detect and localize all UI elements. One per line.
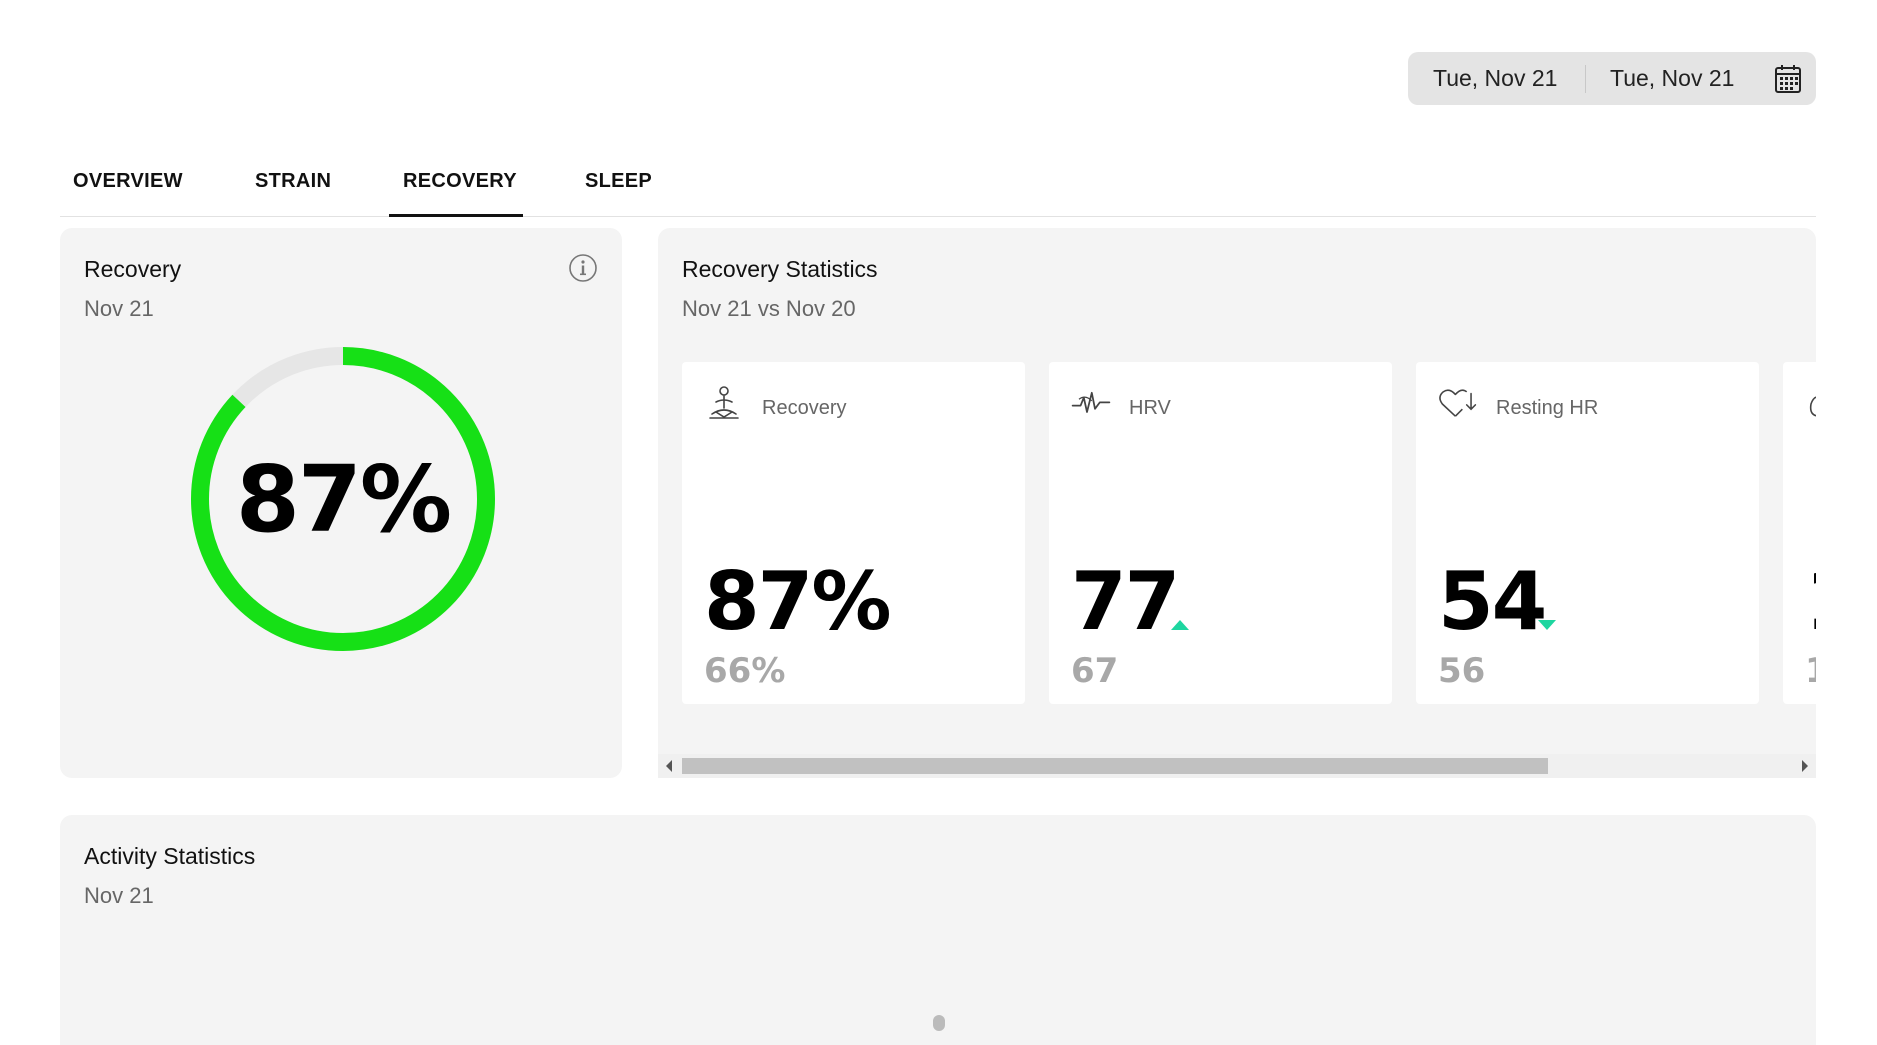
scroll-left-arrow-icon[interactable]	[666, 760, 672, 772]
horizontal-scrollbar[interactable]	[658, 754, 1816, 778]
stat-card-label: HRV	[1129, 397, 1171, 419]
stat-card-resting-hr: Resting HR 54 56	[1416, 362, 1759, 704]
recovery-panel-title: Recovery	[84, 256, 182, 282]
lungs-icon	[1809, 396, 1816, 417]
meditation-icon	[709, 386, 739, 419]
stat-card-value: 1	[1805, 562, 1816, 642]
stat-cards-track: Recovery 87% 66% HRV 77 67 Resting HR 54	[682, 362, 1816, 710]
stat-card-previous: 56	[1438, 651, 1486, 691]
tabs-divider	[60, 216, 1816, 217]
scroll-right-arrow-icon[interactable]	[1802, 760, 1808, 772]
tab-strain[interactable]: STRAIN	[255, 170, 331, 193]
stat-card-partial: 1 1	[1783, 362, 1816, 704]
stat-card-value: 77	[1071, 555, 1180, 648]
loading-indicator	[933, 1015, 945, 1031]
calendar-icon[interactable]	[1774, 64, 1802, 94]
scrollbar-thumb[interactable]	[682, 758, 1548, 774]
activity-statistics-title: Activity Statistics	[84, 843, 256, 869]
date-separator	[1585, 65, 1586, 93]
start-date[interactable]: Tue, Nov 21	[1433, 65, 1557, 92]
stat-card-previous: 67	[1071, 651, 1119, 691]
end-date[interactable]: Tue, Nov 21	[1610, 65, 1734, 92]
recovery-panel-date: Nov 21	[84, 296, 154, 321]
trend-up-icon	[1171, 620, 1189, 630]
hrv-icon	[1071, 391, 1111, 413]
recovery-percentage: 87%	[235, 446, 452, 553]
stat-card-value: 87%	[704, 555, 891, 648]
recovery-panel: Recovery Nov 21 87%	[60, 228, 622, 778]
stat-card-recovery: Recovery 87% 66%	[682, 362, 1025, 704]
stat-card-value: 54	[1438, 555, 1547, 648]
date-range-picker[interactable]: Tue, Nov 21 Tue, Nov 21	[1408, 52, 1816, 105]
activity-statistics-panel: Activity Statistics Nov 21	[60, 815, 1816, 1045]
recovery-statistics-panel: Recovery Statistics Nov 21 vs Nov 20 Rec…	[658, 228, 1816, 778]
stat-card-previous: 1	[1805, 654, 1816, 688]
tab-sleep[interactable]: SLEEP	[585, 170, 652, 193]
tab-recovery[interactable]: RECOVERY	[403, 170, 517, 193]
tab-overview[interactable]: OVERVIEW	[73, 170, 183, 193]
trend-down-icon	[1538, 620, 1556, 630]
recovery-statistics-title: Recovery Statistics	[682, 256, 878, 282]
stat-card-label: Resting HR	[1496, 397, 1599, 419]
stat-card-label: Recovery	[762, 397, 847, 419]
active-tab-indicator	[389, 214, 523, 217]
activity-statistics-date: Nov 21	[84, 883, 154, 908]
heart-down-icon	[1439, 389, 1477, 417]
stat-card-previous: 66%	[704, 651, 786, 691]
stat-card-hrv: HRV 77 67	[1049, 362, 1392, 704]
info-icon[interactable]	[568, 253, 598, 283]
recovery-statistics-subtitle: Nov 21 vs Nov 20	[682, 296, 856, 321]
